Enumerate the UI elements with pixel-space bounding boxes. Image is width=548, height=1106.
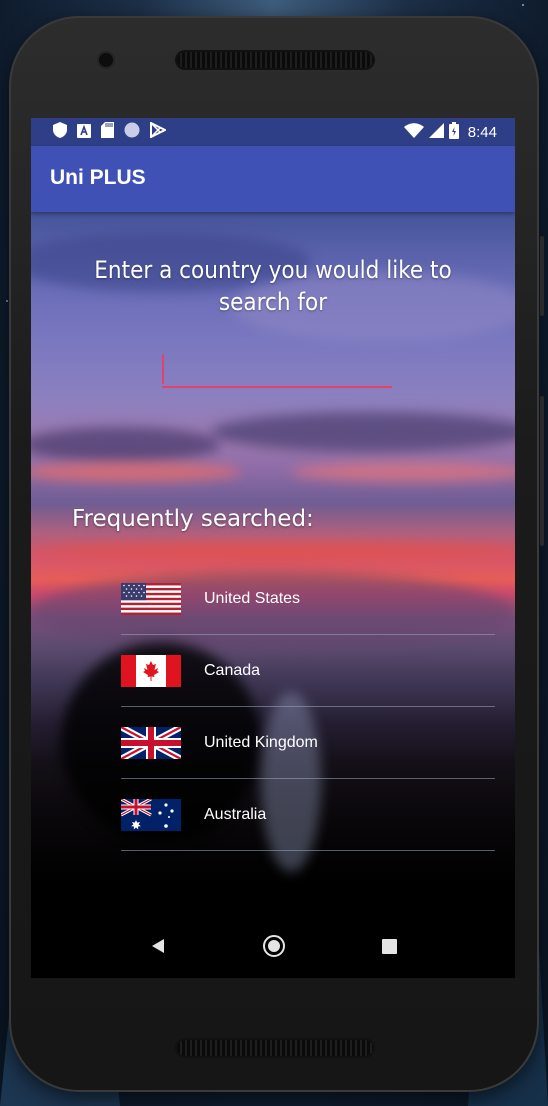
canada-flag-icon <box>121 654 181 687</box>
country-label: Australia <box>204 805 267 823</box>
circle-icon <box>124 122 140 142</box>
country-item-united-kingdom[interactable]: United Kingdom <box>121 707 495 779</box>
volume-button <box>540 396 544 546</box>
frequent-searches-title: Frequently searched: <box>72 506 314 532</box>
country-search-input[interactable] <box>162 354 392 388</box>
status-bar: 8:44 <box>31 118 515 146</box>
play-store-icon <box>150 121 168 142</box>
country-label: Canada <box>204 661 261 679</box>
front-camera <box>99 53 113 67</box>
bottom-speaker <box>177 1040 373 1056</box>
clock: 8:44 <box>467 123 497 141</box>
recents-icon[interactable] <box>381 938 397 958</box>
power-button <box>540 236 544 316</box>
shield-icon <box>53 122 67 142</box>
search-prompt: Enter a country you would like to search… <box>94 256 452 316</box>
country-list: United States Canada United Kingdom Aust… <box>121 563 495 851</box>
font-a-icon <box>77 123 91 142</box>
country-label: United States <box>204 589 301 607</box>
back-icon[interactable] <box>150 938 166 958</box>
country-item-australia[interactable]: Australia <box>121 779 495 851</box>
app-bar: Uni PLUS <box>31 146 515 212</box>
country-label: United Kingdom <box>204 733 318 751</box>
sd-card-icon <box>101 122 114 142</box>
navigation-bar <box>31 918 515 978</box>
uk-flag-icon <box>121 726 181 759</box>
text-cursor <box>162 354 164 384</box>
country-item-united-states[interactable]: United States <box>121 563 495 635</box>
top-speaker <box>177 52 373 68</box>
wifi-icon <box>403 122 424 142</box>
phone-screen: 8:44 Uni PLUS Enter a country you would … <box>31 118 515 978</box>
country-item-canada[interactable]: Canada <box>121 635 495 707</box>
battery-icon <box>448 121 459 143</box>
signal-icon <box>428 122 444 142</box>
home-icon[interactable] <box>262 935 285 961</box>
us-flag-icon <box>121 582 181 615</box>
app-title: Uni PLUS <box>50 166 146 189</box>
australia-flag-icon <box>121 798 181 831</box>
